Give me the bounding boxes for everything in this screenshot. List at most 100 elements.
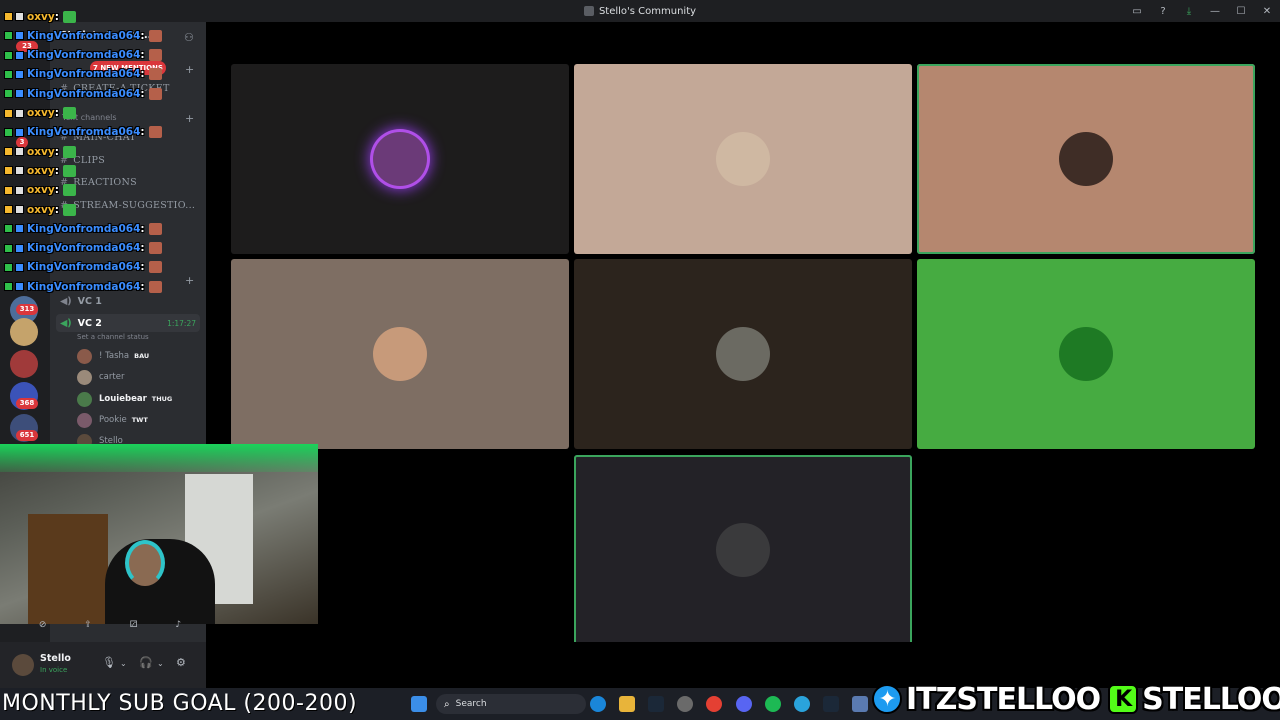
user-status: In voice bbox=[40, 666, 68, 674]
close-icon[interactable]: ✕ bbox=[1254, 6, 1280, 17]
video-tile[interactable] bbox=[917, 64, 1255, 254]
video-tile[interactable] bbox=[574, 259, 912, 449]
badge-icon bbox=[4, 224, 13, 234]
video-tile[interactable] bbox=[574, 64, 912, 254]
spotify-icon[interactable] bbox=[765, 696, 781, 712]
steam-icon[interactable] bbox=[648, 696, 664, 712]
chat-message: oxvy : bbox=[4, 201, 76, 218]
inbox-icon[interactable]: ▭ bbox=[1124, 6, 1150, 17]
speaker-icon: ◀) bbox=[60, 317, 72, 329]
chat-username: oxvy bbox=[27, 184, 55, 197]
edge-icon[interactable] bbox=[590, 696, 606, 712]
avatar bbox=[77, 412, 92, 428]
chat-message: KingVonfromda064 : bbox=[4, 47, 162, 64]
app-icon[interactable] bbox=[852, 696, 868, 712]
video-tile[interactable] bbox=[574, 455, 912, 645]
voice-channel-vc2[interactable]: ◀) VC 2 1:17:27 bbox=[56, 314, 200, 332]
chat-message: KingVonfromda064 : bbox=[4, 240, 162, 257]
taskbar-search[interactable]: ⌕ Search bbox=[436, 694, 586, 714]
microphone-icon[interactable]: 🎙 bbox=[102, 656, 116, 669]
windows-start-icon[interactable] bbox=[411, 696, 427, 712]
add-channel-icon[interactable]: + bbox=[185, 112, 194, 125]
video-tile[interactable] bbox=[917, 259, 1255, 449]
settings-icon[interactable] bbox=[677, 696, 693, 712]
chevron-down-icon[interactable]: ⌄ bbox=[157, 659, 164, 668]
chat-message: KingVonfromda064 : bbox=[4, 259, 162, 276]
emote-icon bbox=[148, 126, 162, 139]
headphones-icon[interactable]: 🎧 bbox=[139, 656, 153, 669]
user-panel: Stello In voice 🎙 ⌄ 🎧 ⌄ ⚙ bbox=[0, 642, 206, 688]
chat-separator: : bbox=[140, 261, 145, 274]
title-bar: Stello's Community ▭ ? ⤓ — ☐ ✕ bbox=[0, 0, 1280, 22]
chat-username: oxvy bbox=[27, 203, 55, 216]
badge-icon bbox=[4, 108, 13, 118]
chat-username: KingVonfromda064 bbox=[27, 222, 141, 235]
discord-icon[interactable] bbox=[736, 696, 752, 712]
activities-icon[interactable]: ⚂ bbox=[130, 620, 138, 634]
steam-icon[interactable] bbox=[823, 696, 839, 712]
video-tile[interactable] bbox=[231, 64, 569, 254]
badge-icon bbox=[4, 243, 13, 253]
emote-icon bbox=[148, 87, 162, 100]
avatar bbox=[716, 523, 770, 577]
server-avatar[interactable] bbox=[10, 350, 38, 378]
chat-separator: : bbox=[54, 10, 59, 23]
chat-username: oxvy bbox=[27, 107, 55, 119]
share-screen-icon[interactable]: ⇪ bbox=[84, 620, 92, 634]
emote-icon bbox=[62, 164, 76, 177]
emote-icon bbox=[62, 145, 76, 158]
add-channel-icon[interactable]: + bbox=[185, 63, 194, 76]
soundboard-icon[interactable]: ♪ bbox=[175, 620, 181, 634]
unread-badge: 313 bbox=[16, 304, 38, 315]
chat-message: KingVonfromda064 : bbox=[4, 220, 162, 237]
badge-icon bbox=[15, 127, 24, 137]
download-icon[interactable]: ⤓ bbox=[1176, 6, 1202, 17]
webcam-feed bbox=[0, 444, 318, 624]
twitter-handle: ✦ ITZSTELLOO bbox=[872, 681, 1102, 718]
emote-icon bbox=[148, 280, 162, 293]
chat-separator: : bbox=[140, 242, 145, 255]
badge-icon bbox=[4, 166, 13, 176]
voice-member[interactable]: Louiebear THUG bbox=[77, 391, 172, 407]
badge-icon bbox=[4, 12, 13, 21]
server-icon bbox=[583, 6, 594, 16]
window-title: Stello's Community bbox=[598, 5, 697, 17]
voice-member[interactable]: Pookie TWT bbox=[77, 412, 148, 428]
invite-icon[interactable]: ⚇ bbox=[184, 31, 194, 44]
call-controls: ⊘ ⇪ ⚂ ♪ bbox=[20, 620, 200, 634]
chrome-icon[interactable] bbox=[706, 696, 722, 712]
add-channel-icon[interactable]: + bbox=[185, 274, 194, 287]
help-icon[interactable]: ? bbox=[1150, 6, 1176, 17]
avatar bbox=[716, 132, 770, 186]
chat-username: oxvy bbox=[27, 145, 55, 158]
file-explorer-icon[interactable] bbox=[619, 696, 635, 712]
chat-separator: : bbox=[54, 164, 59, 177]
server-avatar[interactable] bbox=[10, 318, 38, 346]
badge-icon bbox=[15, 147, 24, 157]
minimize-icon[interactable]: — bbox=[1202, 6, 1228, 17]
badge-icon bbox=[15, 89, 24, 99]
avatar[interactable] bbox=[12, 654, 34, 676]
camera-off-icon[interactable]: ⊘ bbox=[39, 620, 47, 634]
badge-icon bbox=[15, 69, 24, 79]
avatar bbox=[1059, 132, 1113, 186]
chat-username: KingVonfromda064 bbox=[27, 87, 141, 100]
telegram-icon[interactable] bbox=[794, 696, 810, 712]
maximize-icon[interactable]: ☐ bbox=[1228, 6, 1254, 17]
chat-username: KingVonfromda064 bbox=[27, 242, 141, 255]
chat-message: KingVonfromda064 : bbox=[4, 124, 162, 141]
emote-icon bbox=[62, 10, 76, 23]
voice-member[interactable]: carter bbox=[77, 369, 129, 385]
video-tile[interactable] bbox=[231, 259, 569, 449]
chat-separator: : bbox=[140, 280, 145, 293]
chat-separator: : bbox=[54, 145, 59, 158]
channel-status-input[interactable]: Set a channel status bbox=[77, 333, 149, 341]
chevron-down-icon[interactable]: ⌄ bbox=[120, 659, 127, 668]
chat-message: oxvy : bbox=[4, 8, 76, 25]
emote-icon bbox=[148, 29, 162, 42]
channel-stream-suggestions[interactable]: #STREAM-SUGGESTIO... bbox=[60, 200, 195, 211]
emote-icon bbox=[148, 222, 162, 235]
gear-icon[interactable]: ⚙ bbox=[176, 656, 186, 669]
speaker-icon: ◀) bbox=[60, 295, 72, 307]
voice-member[interactable]: ! Tasha BAU bbox=[77, 348, 149, 364]
